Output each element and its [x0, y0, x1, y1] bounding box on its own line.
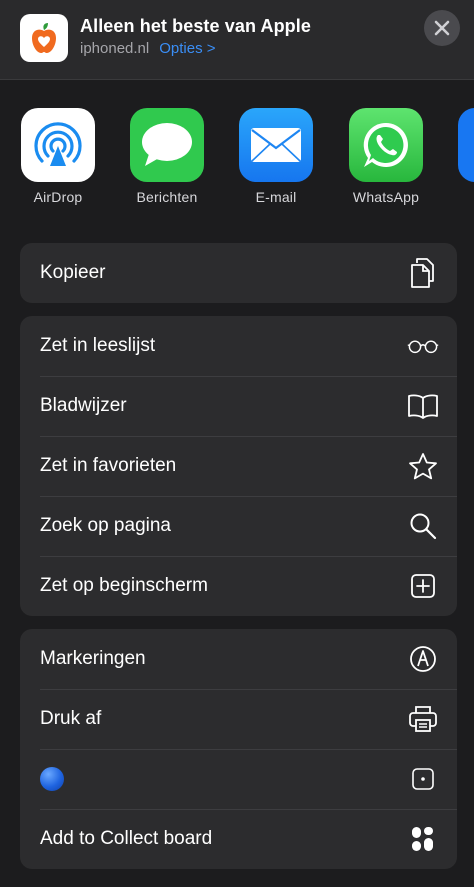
action-group-tools: Markeringen Druk af Add to Collect board — [20, 629, 457, 869]
action-copy[interactable]: Kopieer — [20, 243, 457, 303]
app-label: WhatsApp — [352, 189, 420, 205]
action-group-browser: Zet in leeslijst Bladwijzer Zet in favor… — [20, 316, 457, 616]
star-icon — [407, 450, 439, 482]
markup-icon — [407, 643, 439, 675]
page-title: Alleen het beste van Apple — [80, 16, 311, 36]
search-icon — [407, 510, 439, 542]
app-facebook[interactable]: Fa — [452, 108, 474, 205]
action-bookmark[interactable]: Bladwijzer — [20, 376, 457, 436]
app-whatsapp[interactable]: WhatsApp — [343, 108, 429, 205]
copy-icon — [407, 257, 439, 289]
action-label: Markeringen — [40, 648, 146, 669]
action-label: Add to Collect board — [40, 828, 213, 849]
action-label: Zet in favorieten — [40, 455, 177, 476]
action-label: Bladwijzer — [40, 395, 127, 416]
add-square-icon — [407, 570, 439, 602]
action-find-on-page[interactable]: Zoek op pagina — [20, 496, 457, 556]
mail-icon — [239, 108, 313, 182]
action-markup[interactable]: Markeringen — [20, 629, 457, 689]
collect-board-icon — [407, 823, 439, 855]
dot-square-icon — [407, 763, 439, 795]
action-label: Kopieer — [40, 262, 106, 283]
blue-dot-icon — [40, 767, 64, 791]
apple-logo-icon — [20, 14, 68, 62]
whatsapp-icon — [349, 108, 423, 182]
app-email[interactable]: E-mail — [233, 108, 319, 205]
options-link[interactable]: Opties > — [159, 40, 215, 57]
action-label: Zet in leeslijst — [40, 335, 156, 356]
action-group-copy: Kopieer — [20, 243, 457, 303]
action-extension-blue-dot[interactable] — [20, 749, 457, 809]
share-sheet-header: Alleen het beste van Apple iphoned.nl Op… — [0, 0, 474, 80]
app-airdrop[interactable]: AirDrop — [15, 108, 101, 205]
close-button[interactable] — [424, 10, 460, 46]
action-label: Zet op beginscherm — [40, 575, 208, 596]
page-domain: iphoned.nl — [80, 40, 150, 57]
messages-icon — [130, 108, 204, 182]
app-label: AirDrop — [33, 189, 83, 205]
action-label: Zoek op pagina — [40, 515, 171, 536]
action-label: Druk af — [40, 708, 102, 729]
action-print[interactable]: Druk af — [20, 689, 457, 749]
share-apps-row: AirDrop Berichten E-mail WhatsApp — [0, 108, 474, 208]
facebook-icon — [458, 108, 474, 182]
app-label: E-mail — [255, 189, 297, 205]
app-label: Berichten — [136, 189, 198, 205]
book-icon — [407, 390, 439, 422]
app-label: Fa — [452, 189, 474, 205]
app-messages[interactable]: Berichten — [124, 108, 210, 205]
action-add-to-collect-board[interactable]: Add to Collect board — [20, 809, 457, 869]
printer-icon — [407, 703, 439, 735]
action-favorites[interactable]: Zet in favorieten — [20, 436, 457, 496]
close-icon — [434, 20, 450, 36]
header-subtitle: iphoned.nl Opties > — [80, 40, 216, 57]
airdrop-icon — [21, 108, 95, 182]
action-add-to-home-screen[interactable]: Zet op beginscherm — [20, 556, 457, 616]
action-reading-list[interactable]: Zet in leeslijst — [20, 316, 457, 376]
glasses-icon — [407, 330, 439, 362]
